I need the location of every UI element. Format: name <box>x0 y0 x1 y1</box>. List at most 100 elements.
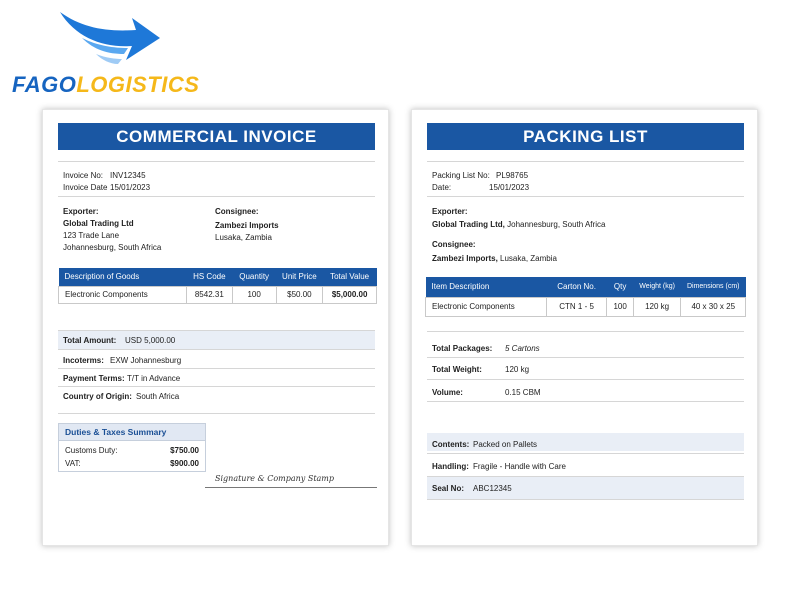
invoice-date-label: Invoice Date <box>63 183 108 192</box>
divider <box>58 349 375 350</box>
origin-value: South Africa <box>136 392 180 401</box>
cell-qty: 100 <box>606 296 634 317</box>
logo-wordmark: FAGOLOGISTICS <box>12 72 199 98</box>
divider <box>427 331 744 332</box>
volume-label: Volume: <box>432 388 463 397</box>
payment-terms-value: T/T in Advance <box>127 374 181 383</box>
commercial-invoice-sheet: COMMERCIAL INVOICE Invoice No: INV12345 … <box>42 109 389 546</box>
col-header-quantity: Quantity <box>232 268 277 286</box>
packing-list-no-value: PL98765 <box>496 171 529 180</box>
invoice-no-value: INV12345 <box>110 171 146 180</box>
total-packages-value: 5 Cartons <box>505 344 540 353</box>
col-header-carton-no: Carton No. <box>546 277 607 297</box>
cell-total-value: $5,000.00 <box>322 285 377 304</box>
packing-date-label: Date: <box>432 183 452 192</box>
consignee-label: Consignee: <box>215 207 259 216</box>
origin-label: Country of Origin: <box>63 392 132 401</box>
signature-line <box>205 487 377 488</box>
packing-consignee-name: Zambezi Imports, <box>432 254 498 263</box>
logo-text-primary: FAGO <box>12 72 77 97</box>
packing-list-no-label: Packing List No: <box>432 171 490 180</box>
vat-value: $900.00 <box>170 459 199 468</box>
invoice-date-value: 15/01/2023 <box>110 183 151 192</box>
total-amount-value: USD 5,000.00 <box>125 336 176 345</box>
divider <box>58 196 375 197</box>
goods-table-header: Description of Goods HS Code Quantity Un… <box>58 268 377 286</box>
divider <box>427 379 744 380</box>
total-packages-label: Total Packages: <box>432 344 493 353</box>
cell-quantity: 100 <box>231 285 277 304</box>
col-header-hs-code: HS Code <box>186 268 233 286</box>
cell-carton-no: CTN 1 - 5 <box>545 296 608 317</box>
seal-value: ABC12345 <box>473 484 512 493</box>
invoice-title: COMMERCIAL INVOICE <box>58 123 375 150</box>
divider <box>427 453 744 454</box>
signature-caption: Signature & Company Stamp <box>215 474 335 483</box>
duties-summary-box: Duties & Taxes Summary Customs Duty: $75… <box>58 423 206 472</box>
divider <box>58 386 375 387</box>
packing-exporter-name: Global Trading Ltd, <box>432 220 505 229</box>
packing-date-value: 15/01/2023 <box>489 183 530 192</box>
col-header-item-description: Item Description <box>425 277 547 297</box>
logo-text-accent: LOGISTICS <box>76 72 200 97</box>
packing-exporter-address: Johannesburg, South Africa <box>507 220 606 229</box>
payment-terms-label: Payment Terms: <box>63 374 125 383</box>
divider <box>427 357 744 358</box>
packing-title: PACKING LIST <box>427 123 744 150</box>
divider <box>427 196 744 197</box>
packing-exporter-label: Exporter: <box>432 207 468 216</box>
seal-label: Seal No: <box>432 484 465 493</box>
divider <box>58 161 375 162</box>
incoterms-value: EXW Johannesburg <box>110 356 182 365</box>
cell-weight: 120 kg <box>632 296 682 317</box>
divider <box>427 161 744 162</box>
col-header-qty: Qty <box>606 277 634 297</box>
handling-value: Fragile - Handle with Care <box>473 462 566 471</box>
col-header-weight: Weight (kg) <box>633 277 681 297</box>
packing-consignee-label: Consignee: <box>432 240 476 249</box>
arrow-logo-icon <box>60 12 160 64</box>
consignee-address: Lusaka, Zambia <box>215 233 272 242</box>
handling-label: Handling: <box>432 462 469 471</box>
packing-consignee-line: Zambezi Imports, Lusaka, Zambia <box>432 253 557 264</box>
divider <box>427 499 744 500</box>
duties-summary-title: Duties & Taxes Summary <box>59 424 205 441</box>
exporter-label: Exporter: <box>63 207 99 216</box>
packing-list-sheet: PACKING LIST Packing List No: PL98765 Da… <box>411 109 758 546</box>
customs-duty-value: $750.00 <box>170 446 199 455</box>
packing-table-header: Item Description Carton No. Qty Weight (… <box>425 277 746 297</box>
cell-dimensions: 40 x 30 x 25 <box>680 296 746 317</box>
company-logo: FAGOLOGISTICS <box>12 8 202 98</box>
invoice-no-label: Invoice No: <box>63 171 104 180</box>
divider <box>58 413 375 414</box>
col-header-unit-price: Unit Price <box>276 268 323 286</box>
exporter-name: Global Trading Ltd <box>63 219 134 228</box>
contents-value: Packed on Pallets <box>473 440 538 449</box>
packing-table: Item Description Carton No. Qty Weight (… <box>425 277 746 317</box>
table-row: Electronic Components CTN 1 - 5 100 120 … <box>425 296 746 317</box>
col-header-total-value: Total Value <box>322 268 377 286</box>
goods-table: Description of Goods HS Code Quantity Un… <box>58 268 377 304</box>
col-header-dimensions: Dimensions (cm) <box>680 277 746 297</box>
consignee-name: Zambezi Imports <box>215 221 279 230</box>
exporter-address-line1: 123 Trade Lane <box>63 231 120 240</box>
incoterms-label: Incoterms: <box>63 356 104 365</box>
volume-value: 0.15 CBM <box>505 388 541 397</box>
packing-exporter-line: Global Trading Ltd, Johannesburg, South … <box>432 219 605 230</box>
table-row: Electronic Components 8542.31 100 $50.00… <box>58 285 377 304</box>
customs-duty-label: Customs Duty: <box>65 446 118 455</box>
col-header-description: Description of Goods <box>58 268 187 286</box>
cell-hs-code: 8542.31 <box>185 285 233 304</box>
divider <box>427 401 744 402</box>
total-weight-label: Total Weight: <box>432 365 482 374</box>
vat-label: VAT: <box>65 459 81 468</box>
divider <box>58 368 375 369</box>
cell-unit-price: $50.00 <box>275 285 324 304</box>
total-amount-label: Total Amount: <box>63 336 117 345</box>
cell-item-description: Electronic Components <box>425 296 547 317</box>
cell-description: Electronic Components <box>58 285 187 304</box>
contents-label: Contents: <box>432 440 470 449</box>
packing-consignee-address: Lusaka, Zambia <box>500 254 557 263</box>
exporter-address-line2: Johannesburg, South Africa <box>63 243 162 252</box>
total-weight-value: 120 kg <box>505 365 530 374</box>
